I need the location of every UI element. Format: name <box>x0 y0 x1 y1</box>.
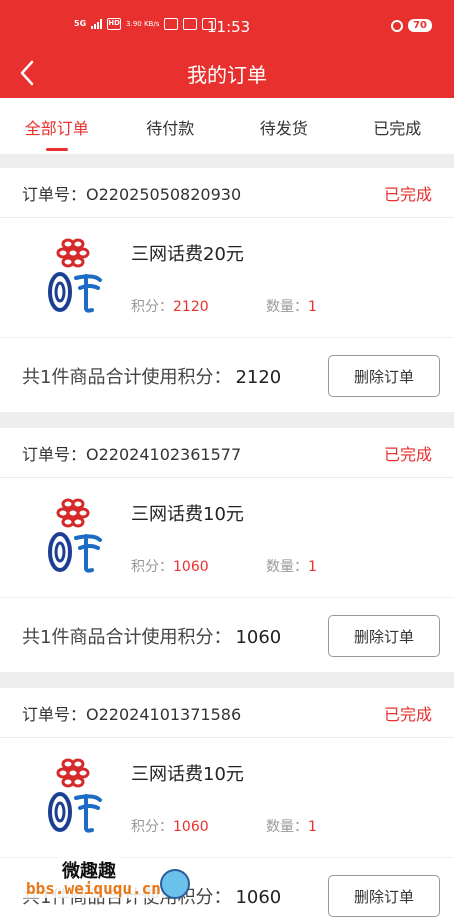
status-bar: 5G HD 3.90 KB/s 11:53 70 <box>0 0 454 52</box>
delete-order-button[interactable]: 删除订单 <box>328 615 440 657</box>
battery-indicator: 70 <box>408 19 432 32</box>
item-points: 积分：1060 <box>131 816 209 836</box>
status-time: 11:53 <box>207 18 251 36</box>
total-points: 1060 <box>235 887 282 908</box>
total-points: 2120 <box>235 367 282 388</box>
order-header: 订单号：O22024101371586 已完成 <box>0 688 454 738</box>
order-number: 订单号：O22025050820930 <box>22 181 241 205</box>
order-number-label: 订单号： <box>22 184 87 204</box>
points-label: 积分： <box>131 299 173 315</box>
quantity-label: 数量： <box>266 299 308 315</box>
order-number-label: 订单号： <box>22 444 87 464</box>
nav-bar: 我的订单 <box>0 52 454 98</box>
network-speed: 3.90 KB/s <box>126 19 160 28</box>
status-right: 70 <box>391 19 432 32</box>
app-notification-icon <box>183 18 198 30</box>
signal-type: 5G <box>74 19 87 28</box>
order-number-label: 订单号： <box>22 704 87 724</box>
order-summary: 共1件商品合计使用积分：1060 <box>22 623 281 649</box>
item-quantity: 数量：1 <box>266 816 317 836</box>
points-value: 1060 <box>173 559 209 575</box>
item-name: 三网话费20元 <box>131 244 244 265</box>
hd-icon: HD <box>107 18 122 30</box>
order-footer: 共1件商品合计使用积分： 2120 删除订单 <box>0 338 454 412</box>
order-number-value: O22024102361577 <box>86 444 242 464</box>
points-label: 积分： <box>131 819 173 835</box>
order-number: 订单号：O22024102361577 <box>22 441 241 465</box>
carrier-logo-icon <box>48 238 102 313</box>
header-bar: 5G HD 3.90 KB/s 11:53 70 我的订单 <box>0 0 454 98</box>
tab-pending-payment[interactable]: 待付款 <box>114 98 228 154</box>
order-status: 已完成 <box>383 704 432 724</box>
quantity-label: 数量： <box>266 819 308 835</box>
delete-order-button[interactable]: 删除订单 <box>328 875 440 917</box>
mascot-icon <box>160 869 190 899</box>
points-label: 积分： <box>131 559 173 575</box>
watermark-url: bbs.weiququ.cn <box>22 879 165 898</box>
item-quantity: 数量：1 <box>266 556 317 576</box>
order-status: 已完成 <box>383 184 432 204</box>
quantity-value: 1 <box>308 819 317 835</box>
order-list: 订单号：O22025050820930 已完成 三网话费20元 积分：2120 … <box>0 154 454 920</box>
tab-completed[interactable]: 已完成 <box>341 98 454 154</box>
order-summary: 共1件商品合计使用积分： 2120 <box>22 363 281 389</box>
total-points: 1060 <box>235 627 282 648</box>
notification-icon <box>164 18 179 30</box>
order-header: 订单号：O22024102361577 已完成 <box>0 428 454 478</box>
item-points: 积分：2120 <box>131 296 209 316</box>
order-item[interactable]: 三网话费10元 积分：1060 数量：1 <box>0 478 454 598</box>
tab-pending-shipment[interactable]: 待发货 <box>227 98 341 154</box>
delete-order-button[interactable]: 删除订单 <box>328 355 440 397</box>
summary-label: 共1件商品合计使用积分： <box>22 367 232 388</box>
tab-all-orders[interactable]: 全部订单 <box>0 98 114 154</box>
points-value: 2120 <box>173 299 209 315</box>
page-title: 我的订单 <box>187 63 267 87</box>
item-points: 积分：1060 <box>131 556 209 576</box>
order-header: 订单号：O22025050820930 已完成 <box>0 168 454 218</box>
order-number-value: O22024101371586 <box>86 704 242 724</box>
signal-icon <box>91 19 103 29</box>
points-value: 1060 <box>173 819 209 835</box>
quantity-value: 1 <box>308 559 317 575</box>
order-card: 订单号：O22025050820930 已完成 三网话费20元 积分：2120 … <box>0 168 454 412</box>
order-footer: 共1件商品合计使用积分：1060 删除订单 <box>0 598 454 672</box>
order-item[interactable]: 三网话费20元 积分：2120 数量：1 <box>0 218 454 338</box>
carrier-logo-icon <box>48 498 102 573</box>
quantity-label: 数量： <box>266 559 308 575</box>
summary-label: 共1件商品合计使用积分： <box>22 627 232 648</box>
order-number-value: O22025050820930 <box>86 184 242 204</box>
item-name: 三网话费10元 <box>131 504 244 525</box>
quantity-value: 1 <box>308 299 317 315</box>
item-quantity: 数量：1 <box>266 296 317 316</box>
order-number: 订单号：O22024101371586 <box>22 701 241 725</box>
status-icons: 5G HD 3.90 KB/s <box>74 18 217 30</box>
carrier-logo-icon <box>48 758 102 833</box>
alarm-icon <box>391 19 404 32</box>
order-item[interactable]: 三网话费10元 积分：1060 数量：1 <box>0 738 454 858</box>
site-watermark: 微趣趣 bbs.weiququ.cn <box>0 855 200 907</box>
order-tabs: 全部订单 待付款 待发货 已完成 <box>0 98 454 154</box>
order-status: 已完成 <box>383 444 432 464</box>
order-card: 订单号：O22024102361577 已完成 三网话费10元 积分：1060 … <box>0 428 454 672</box>
item-name: 三网话费10元 <box>131 764 244 785</box>
